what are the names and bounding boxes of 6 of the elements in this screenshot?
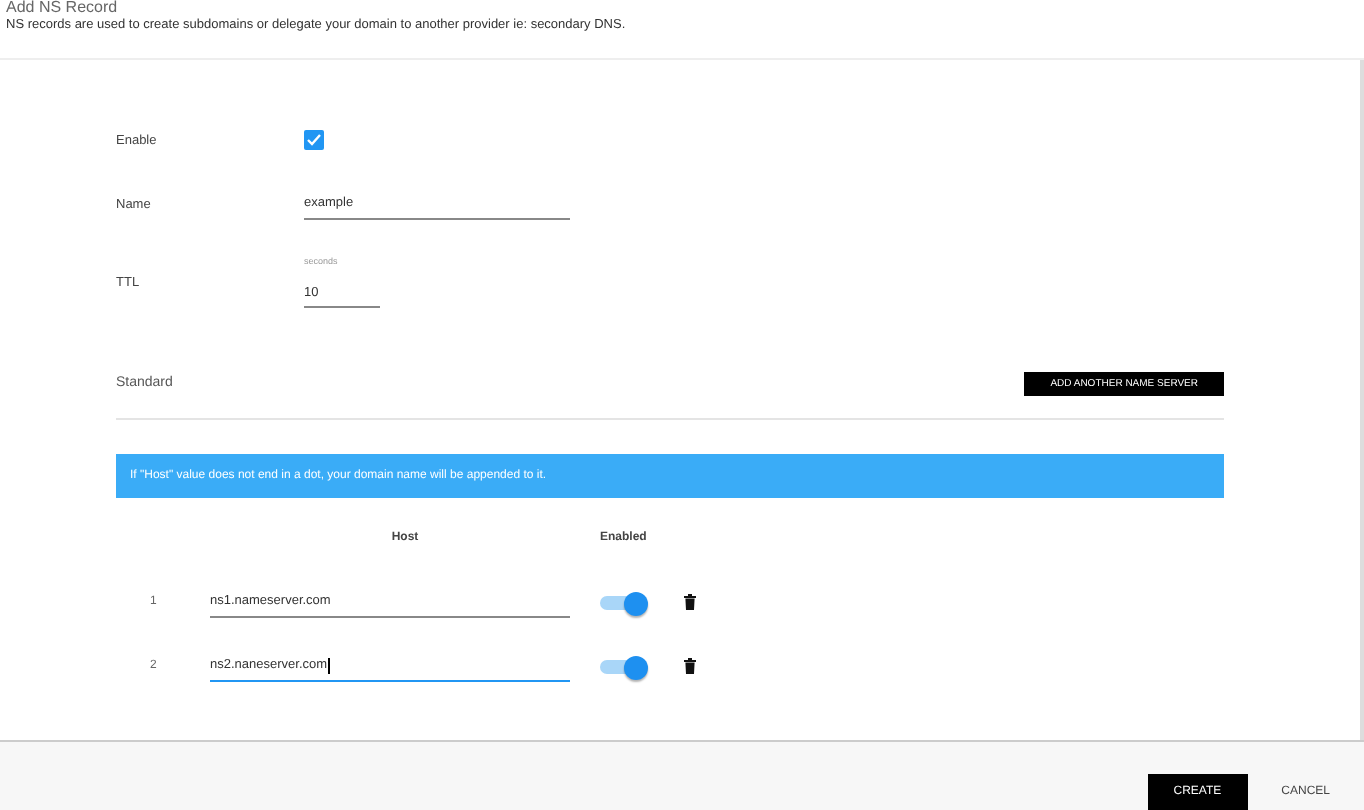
trash-icon[interactable] (684, 658, 696, 674)
enable-checkbox[interactable] (304, 130, 324, 150)
trash-icon[interactable] (684, 594, 696, 610)
enabled-toggle[interactable] (600, 593, 648, 611)
dialog-title: Add NS Record (6, 0, 120, 16)
enabled-toggle[interactable] (600, 657, 648, 675)
